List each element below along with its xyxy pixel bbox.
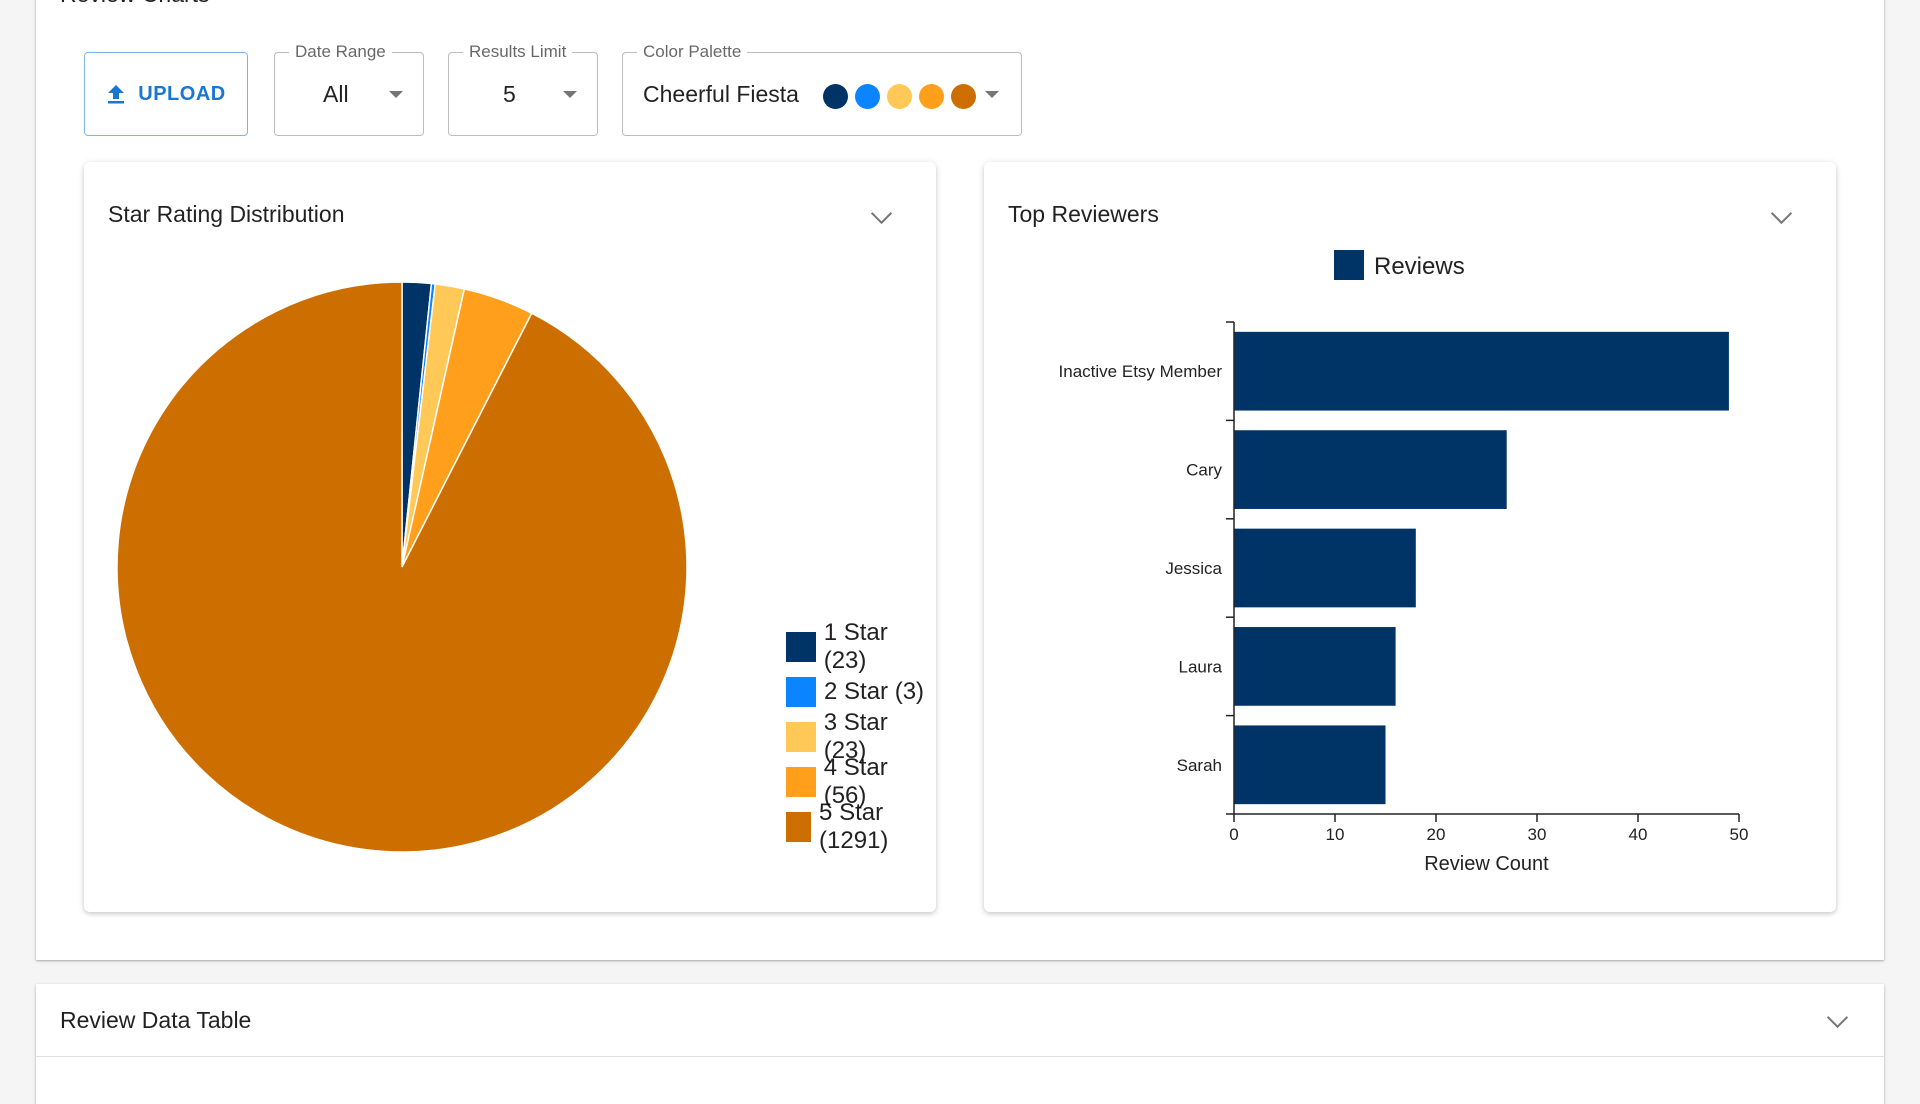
x-tick-label: 10 bbox=[1326, 825, 1345, 844]
category-label: Sarah bbox=[1177, 756, 1222, 775]
caret-down-icon bbox=[389, 91, 403, 98]
legend-item: 1 Star (23) bbox=[786, 619, 936, 674]
legend-item: 5 Star (1291) bbox=[786, 799, 936, 854]
legend-item: 4 Star (56) bbox=[786, 754, 936, 809]
color-palette-value: Cheerful Fiesta bbox=[643, 80, 799, 107]
upload-button[interactable]: UPLOAD bbox=[84, 52, 248, 136]
bar bbox=[1234, 725, 1386, 805]
category-label: Jessica bbox=[1165, 559, 1222, 578]
x-tick-label: 30 bbox=[1528, 825, 1547, 844]
legend-swatch bbox=[786, 811, 812, 842]
palette-swatch bbox=[855, 84, 880, 109]
legend-swatch bbox=[1334, 250, 1364, 280]
star-rating-card: Star Rating Distribution 1 Star (23) 2 St… bbox=[84, 162, 936, 912]
x-tick-label: 40 bbox=[1629, 825, 1648, 844]
bar bbox=[1234, 430, 1507, 509]
legend-swatch bbox=[786, 721, 816, 752]
upload-label: UPLOAD bbox=[138, 82, 226, 105]
date-range-value: All bbox=[323, 80, 349, 107]
top-reviewers-card: Top Reviewers Reviews Inactive Etsy Membe… bbox=[984, 162, 1836, 912]
palette-swatch bbox=[887, 84, 912, 109]
x-tick-label: 50 bbox=[1730, 825, 1749, 844]
results-limit-value: 5 bbox=[503, 80, 516, 107]
bar bbox=[1234, 331, 1729, 411]
chevron-down-icon[interactable] bbox=[1826, 1006, 1849, 1029]
palette-swatch bbox=[951, 84, 976, 109]
x-axis-label: Review Count bbox=[1424, 853, 1549, 875]
x-tick-label: 20 bbox=[1427, 825, 1446, 844]
bar bbox=[1234, 627, 1396, 706]
legend-label: 2 Star (3) bbox=[824, 677, 925, 705]
table-section-title: Review Data Table bbox=[60, 1007, 252, 1033]
palette-swatch bbox=[919, 84, 944, 109]
palette-swatches bbox=[823, 84, 976, 109]
legend-label: 1 Star (23) bbox=[823, 618, 888, 674]
x-tick-label: 0 bbox=[1229, 825, 1238, 844]
legend-label: Reviews bbox=[1374, 253, 1465, 280]
palette-swatch bbox=[823, 84, 848, 109]
pie-legend: 1 Star (23) 2 Star (3) 3 Star (23) 4 Star (… bbox=[786, 619, 936, 854]
pie-slice bbox=[116, 281, 688, 853]
caret-down-icon bbox=[563, 91, 577, 98]
review-data-table-panel: Review Data Table bbox=[36, 984, 1884, 1104]
legend-label: 5 Star (1291) bbox=[819, 798, 889, 854]
legend-item: 2 Star (3) bbox=[786, 669, 936, 714]
bar bbox=[1234, 528, 1416, 608]
category-label: Laura bbox=[1179, 657, 1223, 676]
caret-down-icon bbox=[985, 91, 999, 98]
legend-swatch bbox=[786, 766, 816, 797]
category-label: Cary bbox=[1186, 461, 1222, 480]
divider bbox=[36, 1056, 1884, 1057]
legend-item: 3 Star (23) bbox=[786, 709, 936, 764]
review-charts-panel: Review Charts UPLOAD Date Range All Resu… bbox=[36, 0, 1884, 960]
date-range-select[interactable]: Date Range All bbox=[274, 42, 424, 136]
color-palette-select[interactable]: Color Palette Cheerful Fiesta bbox=[622, 42, 1022, 136]
bar-chart: Reviews Inactive Etsy Member Cary Jessica La… bbox=[1059, 250, 1749, 875]
category-label: Inactive Etsy Member bbox=[1059, 362, 1223, 381]
legend-swatch bbox=[786, 631, 816, 662]
upload-icon bbox=[108, 85, 125, 104]
legend-swatch bbox=[786, 676, 816, 707]
section-title: Review Charts bbox=[60, 0, 210, 8]
results-limit-select[interactable]: Results Limit 5 bbox=[448, 42, 598, 136]
results-limit-label: Results Limit bbox=[463, 42, 573, 62]
